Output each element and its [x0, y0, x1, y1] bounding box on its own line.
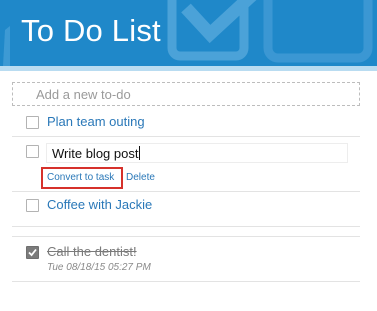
- divider: [12, 226, 360, 227]
- app-header: To Do List: [0, 0, 377, 66]
- completed-item-label[interactable]: Call the dentist!: [47, 244, 137, 259]
- todo-item-label[interactable]: Coffee with Jackie: [47, 197, 152, 213]
- text-caret: [139, 146, 141, 160]
- divider: [12, 191, 360, 192]
- new-todo-input[interactable]: Add a new to-do: [12, 82, 360, 106]
- convert-to-task-link[interactable]: Convert to task: [41, 167, 123, 189]
- todo-checkbox[interactable]: [26, 116, 39, 129]
- checkmark-icon: [28, 248, 37, 257]
- todo-edit-value: Write blog post: [52, 146, 139, 161]
- completed-timestamp: Tue 08/18/15 05:27 PM: [47, 262, 151, 273]
- header-divider: [0, 66, 377, 71]
- todo-checkbox[interactable]: [26, 145, 39, 158]
- page-title: To Do List: [21, 13, 161, 48]
- todo-item-label[interactable]: Plan team outing: [47, 114, 145, 130]
- todo-edit-input[interactable]: Write blog post: [46, 143, 348, 163]
- divider: [12, 281, 360, 282]
- completed-section-divider: [12, 236, 360, 237]
- divider: [12, 136, 360, 137]
- delete-link[interactable]: Delete: [126, 171, 155, 184]
- todo-checkbox[interactable]: [26, 199, 39, 212]
- completed-checkbox[interactable]: [26, 246, 39, 259]
